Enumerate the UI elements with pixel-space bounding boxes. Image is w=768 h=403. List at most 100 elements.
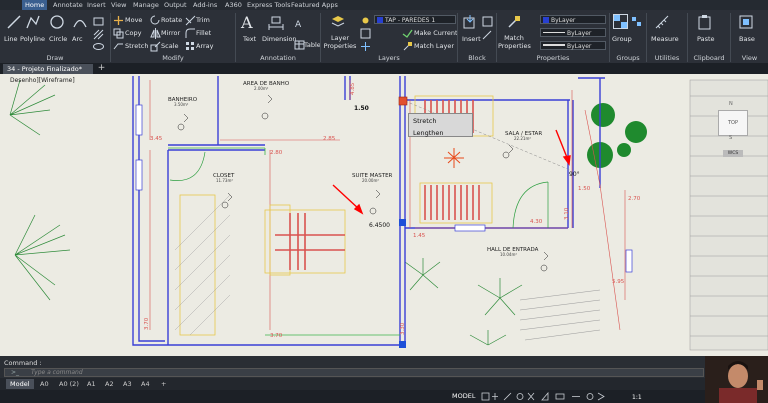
scale-button[interactable]: Scale bbox=[161, 42, 179, 50]
draw-panel-title[interactable]: Draw bbox=[0, 54, 110, 62]
menu-item-stretch[interactable]: Stretch bbox=[409, 114, 472, 128]
compass-south[interactable]: S bbox=[729, 135, 732, 141]
group-button[interactable]: Group bbox=[612, 35, 632, 43]
paste-icon[interactable] bbox=[697, 14, 713, 30]
tab-featured-apps[interactable]: Featured Apps bbox=[288, 0, 341, 10]
utilities-panel-title[interactable]: Utilities bbox=[647, 54, 687, 62]
fillet-button[interactable]: Fillet bbox=[196, 29, 211, 37]
text-icon[interactable]: A bbox=[241, 13, 253, 32]
match-layer-icon[interactable] bbox=[402, 41, 413, 52]
add-layout-button[interactable]: + bbox=[157, 379, 170, 389]
leader-icon[interactable]: A bbox=[294, 18, 305, 29]
array-button[interactable]: Array bbox=[196, 42, 214, 50]
tab-manage[interactable]: Manage bbox=[130, 0, 162, 10]
rotate-icon[interactable] bbox=[150, 15, 161, 26]
layout-tab-a3[interactable]: A3 bbox=[119, 379, 136, 389]
model-space-toggle[interactable]: MODEL bbox=[452, 392, 475, 400]
group-icon[interactable] bbox=[613, 14, 629, 30]
tab-view[interactable]: View bbox=[108, 0, 129, 10]
layer-properties-icon[interactable] bbox=[330, 14, 346, 30]
color-dropdown[interactable]: ByLayer bbox=[540, 15, 606, 24]
rotate-button[interactable]: Rotate bbox=[161, 16, 182, 24]
text-button[interactable]: Text bbox=[243, 35, 256, 43]
scale-icon[interactable] bbox=[150, 41, 161, 52]
viewcube[interactable]: TOP N S WCS bbox=[710, 101, 754, 157]
tab-insert[interactable]: Insert bbox=[84, 0, 109, 10]
arc-icon[interactable] bbox=[72, 14, 88, 30]
status-toggles[interactable]: 1:1 bbox=[480, 392, 700, 401]
match-properties-icon[interactable] bbox=[506, 14, 522, 30]
base-view-icon[interactable] bbox=[738, 14, 754, 30]
tab-annotate[interactable]: Annotate bbox=[50, 0, 86, 10]
layout-tab-a1[interactable]: A1 bbox=[83, 379, 100, 389]
drawing-canvas[interactable]: 2.85 2.80 3.70 1.45 4.30 1.50 5.95 2.70 … bbox=[0, 74, 768, 356]
menu-item-lengthen[interactable]: Lengthen bbox=[409, 128, 472, 138]
wcs-menu[interactable]: WCS bbox=[723, 150, 743, 157]
compass-north[interactable]: N bbox=[729, 101, 733, 107]
insert-button[interactable]: Insert bbox=[462, 35, 481, 43]
block-panel-title[interactable]: Block bbox=[458, 54, 496, 62]
table-button[interactable]: Table bbox=[304, 41, 321, 49]
move-icon[interactable] bbox=[113, 15, 124, 26]
stretch-icon[interactable] bbox=[113, 41, 124, 52]
viewcube-top-face[interactable]: TOP bbox=[718, 110, 748, 136]
layout-tab-a0-2[interactable]: A0 (2) bbox=[55, 379, 83, 389]
insert-block-icon[interactable] bbox=[462, 14, 478, 30]
tab-a360[interactable]: A360 bbox=[222, 0, 245, 10]
tab-express-tools[interactable]: Express Tools bbox=[244, 0, 293, 10]
annotation-panel-title[interactable]: Annotation bbox=[236, 54, 320, 62]
ungroup-icon[interactable] bbox=[631, 16, 642, 27]
layer-properties-button[interactable]: Layer Properties bbox=[323, 34, 357, 50]
stretch-button[interactable]: Stretch bbox=[125, 42, 148, 50]
layout-tab-a2[interactable]: A2 bbox=[101, 379, 118, 389]
match-properties-button[interactable]: Match Properties bbox=[498, 34, 531, 50]
layout-tab-a0[interactable]: A0 bbox=[36, 379, 53, 389]
linetype-dropdown[interactable]: ByLayer bbox=[540, 28, 606, 37]
view-panel-title[interactable]: View bbox=[731, 54, 768, 62]
tab-add-ins[interactable]: Add-ins bbox=[190, 0, 220, 10]
modify-panel-title[interactable]: Modify bbox=[111, 54, 235, 62]
ellipse-icon[interactable] bbox=[93, 41, 104, 52]
new-tab-button[interactable]: + bbox=[97, 64, 106, 73]
layout-tab-a4[interactable]: A4 bbox=[137, 379, 154, 389]
edit-block-icon[interactable] bbox=[482, 29, 493, 40]
move-button[interactable]: Move bbox=[125, 16, 142, 24]
layer-tools-icon[interactable] bbox=[360, 28, 371, 39]
properties-panel-title[interactable]: Properties bbox=[497, 54, 609, 62]
groups-panel-title[interactable]: Groups bbox=[610, 54, 646, 62]
paste-button[interactable]: Paste bbox=[697, 35, 715, 43]
make-current-button[interactable]: Make Current bbox=[414, 29, 458, 37]
tab-output[interactable]: Output bbox=[161, 0, 190, 10]
layer-freeze-icon[interactable] bbox=[360, 41, 371, 52]
clipboard-panel-title[interactable]: Clipboard bbox=[688, 54, 730, 62]
grip-menu[interactable]: Stretch Lengthen bbox=[408, 113, 473, 137]
layer-on-icon[interactable] bbox=[360, 15, 371, 26]
mirror-icon[interactable] bbox=[150, 28, 161, 39]
dimension-button[interactable]: Dimension bbox=[262, 35, 297, 43]
circle-icon[interactable] bbox=[49, 14, 65, 30]
lineweight-dropdown[interactable]: ByLayer bbox=[540, 41, 606, 50]
rectangle-icon[interactable] bbox=[93, 16, 104, 27]
mirror-button[interactable]: Mirror bbox=[161, 29, 180, 37]
line-icon[interactable] bbox=[6, 14, 22, 30]
layers-panel-title[interactable]: Layers bbox=[321, 54, 457, 62]
copy-icon[interactable] bbox=[113, 28, 124, 39]
measure-icon[interactable] bbox=[654, 14, 670, 30]
match-layer-button[interactable]: Match Layer bbox=[414, 42, 454, 50]
document-tab[interactable]: 34 - Projeto Finalizado* bbox=[3, 64, 93, 74]
fillet-icon[interactable] bbox=[185, 28, 196, 39]
copy-button[interactable]: Copy bbox=[125, 29, 142, 37]
create-block-icon[interactable] bbox=[482, 16, 493, 27]
layout-tab-model[interactable]: Model bbox=[6, 379, 34, 389]
tab-home[interactable]: Home bbox=[22, 0, 48, 10]
layer-dropdown[interactable]: TAP - PAREDES 1 bbox=[374, 15, 456, 24]
measure-button[interactable]: Measure bbox=[651, 35, 679, 43]
command-input[interactable]: >_ Type a command bbox=[4, 368, 704, 377]
polyline-icon[interactable] bbox=[25, 14, 41, 30]
trim-icon[interactable] bbox=[185, 15, 196, 26]
hatch-icon[interactable] bbox=[93, 29, 104, 40]
array-icon[interactable] bbox=[185, 41, 196, 52]
dimension-icon[interactable] bbox=[268, 15, 284, 31]
make-current-icon[interactable] bbox=[402, 28, 413, 39]
trim-button[interactable]: Trim bbox=[196, 16, 210, 24]
